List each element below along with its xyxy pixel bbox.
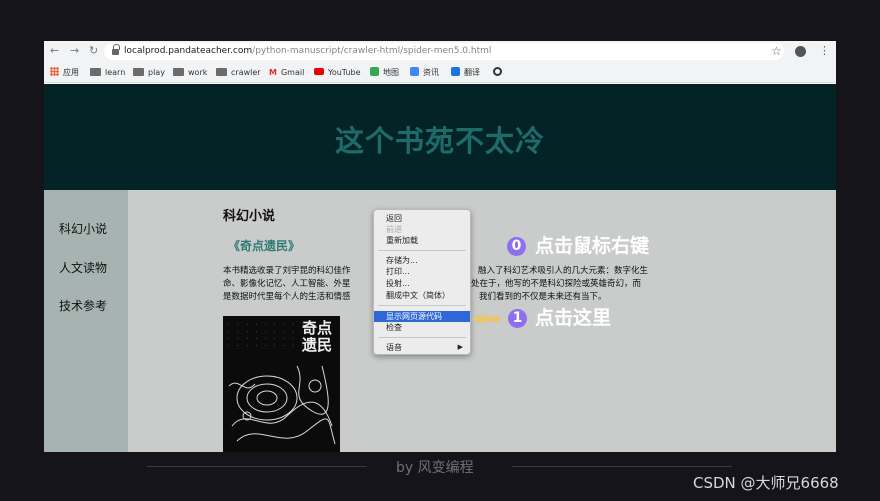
lock-icon — [112, 44, 120, 55]
back-icon[interactable]: ← — [50, 44, 59, 58]
folder-icon — [216, 67, 227, 76]
step-0-callout: 点击鼠标右键 — [535, 235, 650, 257]
bookmark-label: 资讯 — [423, 68, 439, 77]
submenu-arrow-icon: ▶ — [457, 343, 463, 351]
cover-illustration — [228, 365, 336, 445]
bookmark-gmail[interactable]: M Gmail — [269, 66, 304, 79]
translate-icon — [451, 67, 460, 76]
menu-separator — [378, 305, 466, 306]
watermark: CSDN @大师兄6668 — [693, 474, 839, 492]
menu-item-inspect[interactable]: 检查 — [374, 322, 470, 333]
menu-item-speech[interactable]: 语音 ▶ — [374, 342, 470, 353]
menu-item-print[interactable]: 打印... — [374, 266, 470, 277]
bookmark-apps[interactable]: 应用 — [50, 66, 79, 79]
step-1-callout: 点击这里 — [535, 307, 612, 329]
cover-title: 奇点遗民 — [301, 319, 332, 354]
menu-separator — [378, 250, 466, 251]
bookmark-youtube[interactable]: YouTube — [314, 66, 361, 79]
bookmark-crawler[interactable]: crawler — [216, 66, 261, 79]
sidebar: 科幻小说 人文读物 技术参考 — [44, 190, 128, 452]
address-bar-row: ← → ↻ localprod.pandateacher.com/python-… — [44, 41, 836, 62]
bookmarks-bar: 应用 learn play work crawler M Gmail YouTub… — [44, 62, 836, 83]
menu-separator — [378, 337, 466, 338]
site-header: 这个书苑不太冷 — [44, 84, 836, 190]
bookmark-star-icon[interactable]: ☆ — [771, 44, 782, 58]
byline: by 风变编程 — [396, 460, 474, 476]
cover-pattern: · · · · · · · · · · · · · · · · · · · · … — [228, 322, 307, 349]
step-1-badge: 1 — [508, 309, 527, 328]
bookmark-learn[interactable]: learn — [90, 66, 125, 79]
book-title[interactable]: 《奇点遗民》 — [228, 237, 300, 254]
book-description-line: 本书精选收录了刘宇昆的科幻佳作 — [223, 266, 351, 276]
menu-item-translate[interactable]: 翻成中文（简体） — [374, 290, 470, 301]
bookmark-translate[interactable]: 翻译 — [451, 66, 480, 79]
apps-grid-icon — [50, 67, 59, 76]
site-title: 这个书苑不太冷 — [334, 124, 545, 158]
step-0-badge: 0 — [507, 237, 526, 256]
news-icon — [410, 67, 419, 76]
bookmark-label: 翻译 — [464, 68, 480, 77]
book-description-line: 处在于，他写的不是科幻探险或英雄奇幻，而 — [471, 279, 642, 289]
book-cover[interactable]: · · · · · · · · · · · · · · · · · · · · … — [223, 316, 340, 452]
bookmark-label: play — [148, 68, 165, 77]
profile-icon[interactable] — [795, 46, 806, 57]
url-text: localprod.pandateacher.com/python-manusc… — [124, 45, 491, 58]
book-description-line: 是数据时代里每个人的生活和情感 — [223, 292, 351, 302]
url-path: /python-manuscript/crawler-html/spider-m… — [252, 46, 492, 56]
url-bar[interactable]: localprod.pandateacher.com/python-manusc… — [104, 43, 784, 60]
bookmark-maps[interactable]: 地图 — [370, 66, 399, 79]
bookmark-globe[interactable] — [493, 66, 506, 79]
menu-item-view-source[interactable]: 显示网页源代码 — [374, 311, 470, 322]
book-description-line: 我们看到的不仅是未来还有当下。 — [479, 292, 607, 302]
menu-item-label: 语音 — [386, 343, 402, 352]
bookmark-news[interactable]: 资讯 — [410, 66, 439, 79]
reload-icon[interactable]: ↻ — [89, 44, 98, 58]
bookmark-play[interactable]: play — [133, 66, 165, 79]
context-menu: 返回 前进 重新加载 存储为... 打印... 投射... 翻成中文（简体） 显… — [373, 209, 471, 355]
gmail-icon: M — [269, 68, 277, 77]
section-title: 科幻小说 — [223, 209, 276, 224]
footer-divider-right — [512, 466, 732, 467]
bookmark-label: 地图 — [383, 68, 399, 77]
more-menu-icon[interactable]: ⋮ — [819, 44, 830, 58]
bookmark-label: work — [188, 68, 208, 77]
bookmark-work[interactable]: work — [173, 66, 207, 79]
menu-item-back[interactable]: 返回 — [374, 213, 470, 224]
sidebar-item-tech[interactable]: 技术参考 — [59, 298, 107, 314]
globe-icon — [493, 67, 502, 76]
url-host: localprod.pandateacher.com — [124, 46, 253, 56]
menu-item-save-as[interactable]: 存储为... — [374, 255, 470, 266]
folder-icon — [173, 67, 184, 76]
menu-item-cast[interactable]: 投射... — [374, 278, 470, 289]
bookmark-label: learn — [105, 68, 126, 77]
sidebar-item-humanities[interactable]: 人文读物 — [59, 260, 107, 276]
pointer-arrow-icon — [472, 313, 500, 325]
forward-icon[interactable]: → — [70, 44, 79, 58]
book-description-line: 命、影像化记忆、人工智能、外星 — [223, 279, 351, 289]
folder-icon — [133, 67, 144, 76]
sidebar-item-scifi[interactable]: 科幻小说 — [59, 221, 107, 237]
menu-item-reload[interactable]: 重新加载 — [374, 235, 470, 246]
folder-icon — [90, 67, 101, 76]
youtube-icon — [314, 68, 324, 75]
bookmark-label: YouTube — [328, 68, 361, 77]
maps-icon — [370, 67, 379, 76]
book-description-line: 融入了科幻艺术吸引人的几大元素：数字化生 — [478, 266, 649, 276]
bookmark-label: crawler — [231, 68, 261, 77]
footer-divider-left — [147, 466, 367, 467]
menu-item-forward: 前进 — [386, 225, 402, 234]
bookmark-label: Gmail — [280, 68, 305, 77]
bookmark-label: 应用 — [63, 68, 79, 77]
